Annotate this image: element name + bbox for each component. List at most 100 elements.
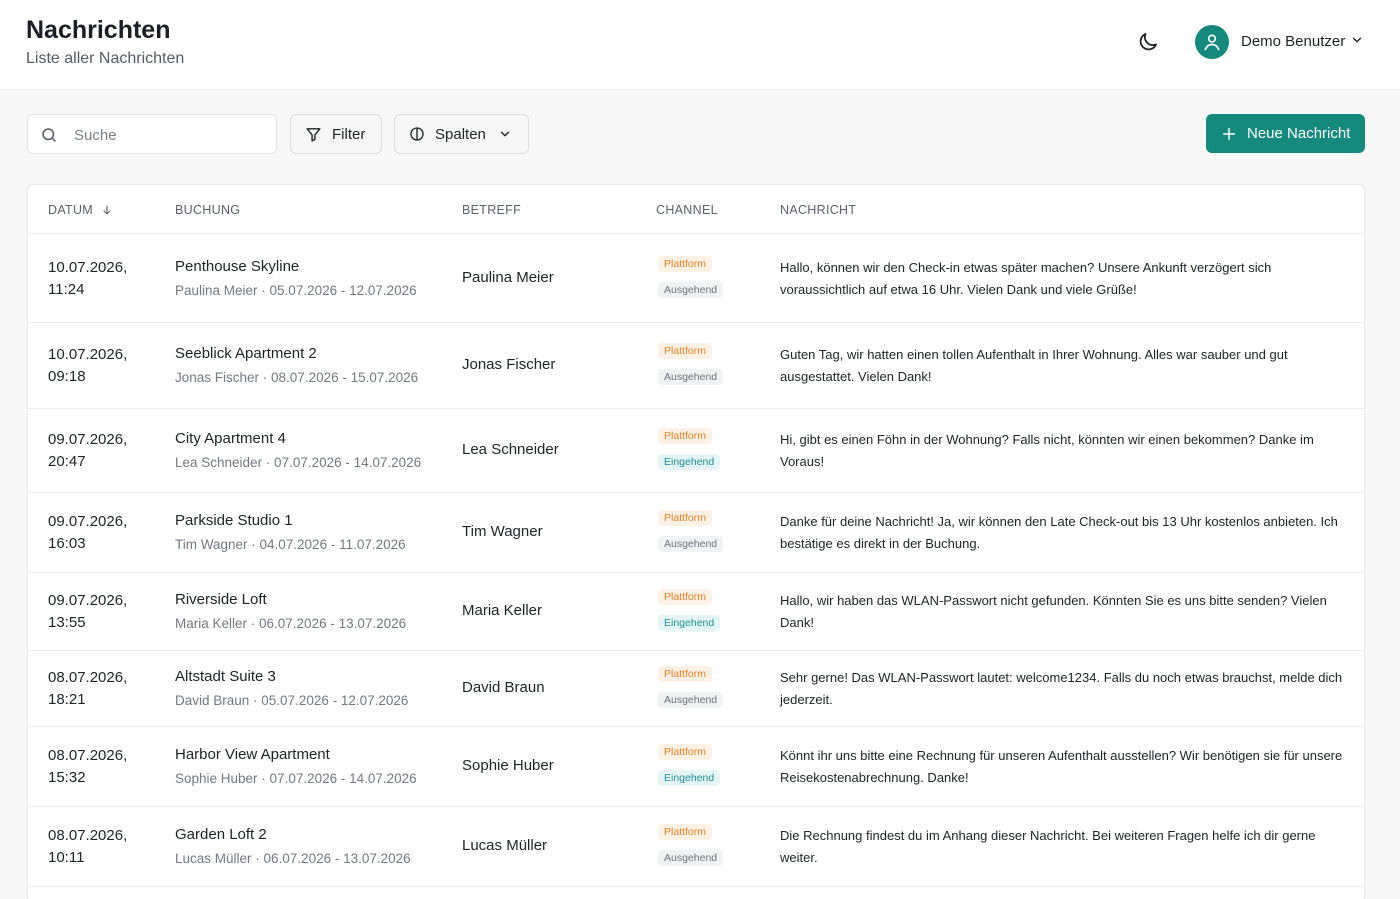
table-row[interactable]: 09.07.2026, 13:55 Riverside Loft Maria Kell…	[28, 573, 1364, 651]
direction-badge: Ausgehend	[658, 369, 724, 385]
column-header-message: NACHRICHT	[780, 203, 857, 217]
new-message-button[interactable]: Neue Nachricht	[1206, 114, 1365, 153]
date-cell: 09.07.2026, 13:55	[48, 590, 148, 634]
booking-details: Paulina Meier · 05.07.2026 - 12.07.2026	[175, 282, 417, 298]
page-title: Nachrichten	[26, 16, 171, 44]
channel-badge: Plattform	[658, 510, 713, 526]
table-row[interactable]: 09.07.2026, 16:03 Parkside Studio 1 Tim Wag…	[28, 493, 1364, 573]
columns-button[interactable]: Spalten	[394, 114, 529, 154]
time-text: 20:47	[48, 453, 86, 470]
channel-badge: Plattform	[658, 589, 713, 605]
message-preview: Die Rechnung findest du im Anhang dieser…	[780, 828, 1316, 865]
booking-details: Maria Keller · 06.07.2026 - 13.07.2026	[175, 616, 407, 631]
time-text: 10:11	[48, 849, 85, 866]
avatar	[1195, 25, 1229, 59]
direction-badge: Ausgehend	[658, 850, 724, 866]
table-row[interactable]: 10.07.2026, 11:24 Penthouse Skyline Paulina…	[28, 234, 1364, 323]
columns-button-label: Spalten	[435, 125, 486, 143]
channel-badge: Plattform	[658, 428, 713, 444]
search-input[interactable]	[74, 123, 264, 147]
date-text: 08.07.2026,	[48, 669, 128, 686]
column-header-date[interactable]: DATUM	[48, 203, 113, 217]
booking-title: Parkside Studio 1	[175, 512, 293, 529]
time-text: 18:21	[48, 691, 86, 708]
chevron-down-icon	[500, 131, 510, 137]
subject-cell: David Braun	[462, 679, 545, 696]
direction-badge: Eingehend	[658, 615, 721, 631]
channel-badge: Plattform	[658, 744, 713, 760]
dark-mode-toggle-icon[interactable]	[1136, 30, 1160, 54]
column-header-channel: CHANNEL	[656, 203, 718, 217]
search-icon	[42, 128, 56, 142]
date-cell: 10.07.2026, 11:24	[48, 257, 148, 301]
booking-title: City Apartment 4	[175, 430, 286, 447]
direction-badge: Ausgehend	[658, 536, 724, 552]
date-text: 08.07.2026,	[48, 747, 128, 764]
subject-cell: Tim Wagner	[462, 523, 543, 540]
booking-details: David Braun · 05.07.2026 - 12.07.2026	[175, 693, 409, 708]
booking-title: Riverside Loft	[175, 591, 267, 608]
message-preview: Sehr gerne! Das WLAN-Passwort lautet: we…	[780, 670, 1343, 707]
booking-details: Lea Schneider · 07.07.2026 - 14.07.2026	[175, 455, 422, 470]
booking-title: Altstadt Suite 3	[175, 668, 276, 685]
message-preview: Könnt ihr uns bitte eine Rechnung für un…	[780, 748, 1343, 785]
booking-details: Tim Wagner · 04.07.2026 - 11.07.2026	[175, 537, 406, 552]
message-preview: Hallo, wir haben das WLAN-Passwort nicht…	[780, 593, 1327, 630]
table-row[interactable]: 09.07.2026, 20:47 City Apartment 4 Lea Schn…	[28, 409, 1364, 493]
plus-icon	[1222, 127, 1236, 140]
new-message-button-label: Neue Nachricht	[1247, 125, 1351, 142]
message-preview: Hallo, können wir den Check-in etwas spä…	[780, 259, 1272, 297]
table-row[interactable]: 10.07.2026, 09:18 Seeblick Apartment 2 Jona…	[28, 323, 1364, 409]
column-header-booking: BUCHUNG	[175, 203, 241, 217]
columns-icon	[410, 127, 424, 141]
filter-icon	[306, 127, 321, 142]
direction-badge: Eingehend	[658, 454, 721, 470]
time-text: 16:03	[48, 535, 86, 552]
arrow-down-icon	[103, 205, 111, 215]
filter-button-label: Filter	[332, 125, 366, 143]
table-row[interactable]: 08.07.2026, 15:32 Harbor View Apartment Sop…	[28, 727, 1364, 807]
subject-cell: Maria Keller	[462, 602, 543, 619]
column-header-subject: BETREFF	[462, 203, 522, 217]
direction-badge: Ausgehend	[658, 692, 724, 708]
table-row[interactable]: 08.07.2026, 10:11 Garden Loft 2 Lucas Mülle…	[28, 807, 1364, 887]
subject-cell: Lea Schneider	[462, 441, 559, 458]
date-cell: 09.07.2026, 20:47	[48, 429, 148, 473]
date-text: 08.07.2026,	[48, 827, 128, 844]
date-cell: 08.07.2026, 10:11	[48, 825, 148, 869]
time-text: 13:55	[48, 614, 86, 631]
booking-details: Sophie Huber · 07.07.2026 - 14.07.2026	[175, 771, 417, 786]
time-text: 11:24	[48, 280, 85, 298]
time-text: 15:32	[48, 769, 86, 786]
messages-table: DATUM BUCHUNG BETREFF CHANNEL NACHRICHT …	[27, 184, 1365, 899]
date-cell: 08.07.2026, 18:21	[48, 667, 148, 711]
channel-badge: Plattform	[658, 343, 713, 359]
user-icon	[1204, 34, 1220, 51]
table-row[interactable]: 08.07.2026, 18:21 Altstadt Suite 3 David Br…	[28, 651, 1364, 727]
date-text: 09.07.2026,	[48, 592, 128, 609]
page-subtitle: Liste aller Nachrichten	[26, 50, 185, 67]
date-text: 10.07.2026,	[48, 346, 128, 363]
date-cell: 09.07.2026, 16:03	[48, 511, 148, 555]
message-preview: Hi, gibt es einen Föhn in der Wohnung? F…	[780, 432, 1314, 469]
subject-cell: Jonas Fischer	[462, 356, 556, 373]
channel-badge: Plattform	[658, 255, 713, 272]
booking-title: Harbor View Apartment	[175, 746, 330, 763]
time-text: 09:18	[48, 368, 86, 385]
date-cell: 08.07.2026, 15:32	[48, 745, 148, 789]
subject-cell: Sophie Huber	[462, 757, 554, 774]
chevron-down-icon	[1352, 37, 1362, 43]
message-preview: Guten Tag, wir hatten einen tollen Aufen…	[780, 347, 1288, 384]
direction-badge: Ausgehend	[658, 281, 724, 298]
date-cell: 10.07.2026, 09:18	[48, 344, 148, 388]
subject-cell: Paulina Meier	[462, 268, 554, 286]
subject-cell: Lucas Müller	[462, 837, 548, 854]
booking-title: Garden Loft 2	[175, 826, 267, 843]
date-text: 10.07.2026,	[48, 258, 128, 276]
date-text: 09.07.2026,	[48, 431, 128, 448]
filter-button[interactable]: Filter	[290, 114, 382, 154]
channel-badge: Plattform	[658, 824, 713, 840]
direction-badge: Eingehend	[658, 770, 721, 786]
booking-details: Lucas Müller · 06.07.2026 - 13.07.2026	[175, 851, 411, 866]
user-name: Demo Benutzer	[1241, 33, 1346, 50]
